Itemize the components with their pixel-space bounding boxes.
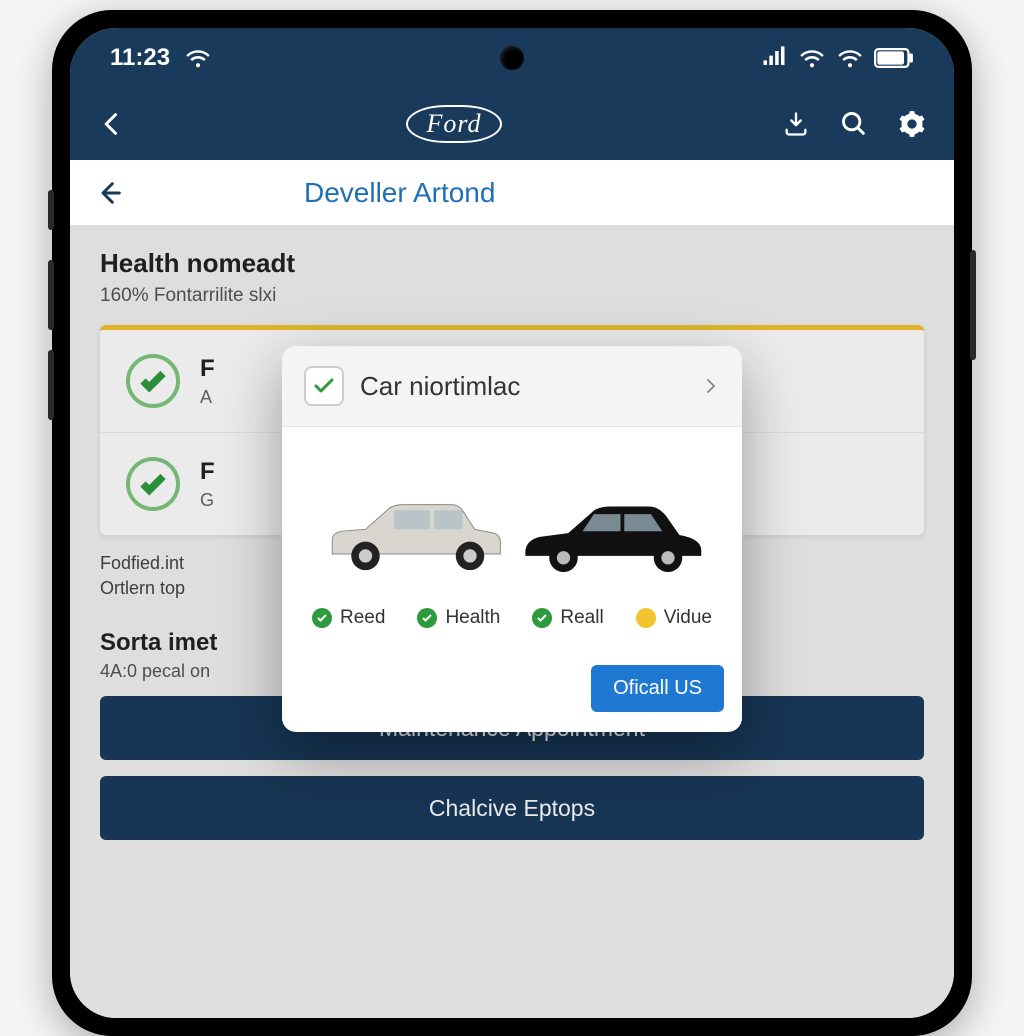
status-time: 11:23 [110, 44, 170, 72]
settings-icon[interactable] [898, 110, 926, 138]
car-illustration-2 [516, 485, 706, 585]
back-icon[interactable] [98, 110, 126, 138]
phone-side-button [48, 260, 54, 330]
cellular-icon [760, 44, 788, 72]
phone-side-button [48, 190, 54, 230]
ford-logo: Ford [406, 105, 501, 143]
status-item: Health [417, 607, 500, 629]
download-icon[interactable] [782, 110, 810, 138]
status-dot-green [532, 608, 552, 628]
chevron-right-icon [702, 377, 720, 395]
camera-notch [500, 46, 524, 70]
health-row-title: F [200, 458, 215, 486]
status-bar: 11:23 [70, 28, 954, 88]
phone-frame: 11:23 Ford Develler Artond [52, 10, 972, 1036]
phone-screen: 11:23 Ford Develler Artond [70, 28, 954, 1018]
car-illustration-1 [318, 485, 508, 585]
check-circle-icon [126, 354, 180, 408]
modal-status-row: Reed Health Reall [306, 585, 718, 639]
status-label: Reall [560, 607, 603, 629]
modal-header[interactable]: Car niortimlac [282, 346, 742, 427]
chalcive-button[interactable]: Chalcive Eptops [100, 776, 924, 840]
section-subtitle: 160% Fontarrilite slxi [100, 285, 924, 307]
status-label: Health [445, 607, 500, 629]
status-label: Vidue [664, 607, 712, 629]
sub-header: Develler Artond [70, 160, 954, 226]
phone-side-button [48, 350, 54, 420]
modal-footer: Oficall US [282, 657, 742, 732]
checkbox-icon [304, 366, 344, 406]
app-nav-bar: Ford [70, 88, 954, 160]
modal-title: Car niortimlac [360, 371, 686, 402]
status-dot-green [417, 608, 437, 628]
modal-body: Reed Health Reall [282, 427, 742, 657]
wifi-icon [798, 44, 826, 72]
content-area: Health nomeadt 160% Fontarrilite slxi F … [70, 226, 954, 1018]
wifi-icon [836, 44, 864, 72]
page-title: Develler Artond [304, 177, 495, 209]
car-modal: Car niortimlac [282, 346, 742, 732]
battery-icon [874, 48, 914, 68]
search-icon[interactable] [840, 110, 868, 138]
phone-side-button [970, 250, 976, 360]
health-row-sub: G [200, 490, 215, 511]
health-row-sub: A [200, 387, 215, 408]
wifi-icon [184, 44, 212, 72]
status-item: Reall [532, 607, 603, 629]
status-label: Reed [340, 607, 385, 629]
health-row-title: F [200, 355, 215, 383]
status-item: Vidue [636, 607, 712, 629]
back-icon[interactable] [96, 179, 124, 207]
car-illustrations [306, 455, 718, 585]
section-title: Health nomeadt [100, 248, 924, 279]
check-circle-icon [126, 457, 180, 511]
status-item: Reed [312, 607, 385, 629]
status-dot-green [312, 608, 332, 628]
modal-cta-button[interactable]: Oficall US [591, 665, 724, 712]
status-dot-yellow [636, 608, 656, 628]
